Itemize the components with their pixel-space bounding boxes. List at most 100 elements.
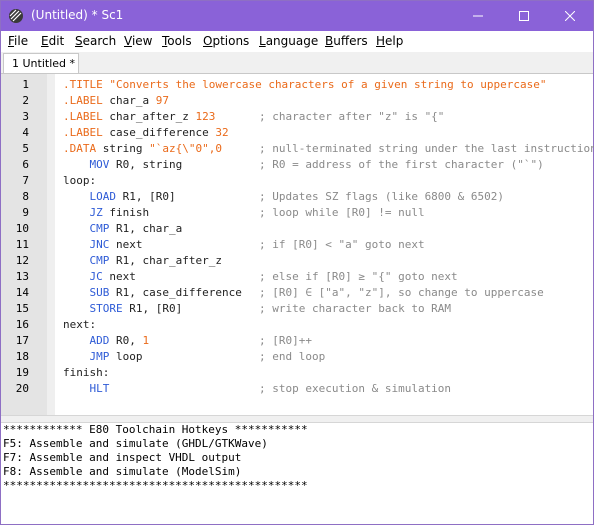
- buffer-tab-bar: 1 Untitled *: [1, 52, 593, 74]
- code-token: loop: [109, 350, 143, 363]
- menu-bar: File Edit Search View Tools Options Lang…: [1, 31, 593, 52]
- line-number: 17: [15, 334, 29, 347]
- code-comment: ; [R0] ∈ ["a", "z"], so change to upperc…: [259, 286, 544, 299]
- line-number: 11: [15, 238, 29, 251]
- code-token: next: [109, 238, 143, 251]
- code-token: "`az{\"0",0: [149, 142, 222, 155]
- close-button[interactable]: [547, 1, 593, 31]
- code-line: STORE R1, [R0]: [63, 301, 183, 317]
- tab-untitled[interactable]: 1 Untitled *: [3, 53, 79, 73]
- code-token: 1: [142, 334, 150, 347]
- code-token: ADD: [89, 334, 110, 347]
- code-line: JMP loop: [63, 349, 143, 365]
- code-token: R0,: [109, 334, 143, 347]
- code-token: .LABEL: [63, 126, 103, 139]
- line-number: 20: [15, 382, 29, 395]
- code-line: .LABEL char_a 97: [63, 93, 169, 109]
- code-token: R1, case_difference: [109, 286, 242, 299]
- code-token: R1, [R0]: [122, 302, 183, 315]
- minimize-icon: [473, 15, 483, 17]
- code-comment: ; null-terminated string under the last …: [259, 142, 594, 155]
- code-token: LOAD: [89, 190, 117, 203]
- code-token: next:: [63, 318, 97, 331]
- maximize-button[interactable]: [501, 1, 547, 31]
- code-comment: ; Updates SZ flags (like 6800 & 6502): [259, 190, 505, 203]
- code-token: string: [96, 142, 150, 155]
- menu-edit[interactable]: Edit: [41, 34, 64, 48]
- pane-splitter[interactable]: [1, 415, 593, 423]
- code-line: HLT: [63, 381, 110, 397]
- fold-margin[interactable]: [47, 74, 55, 415]
- code-token: R1, char_a: [109, 222, 183, 235]
- code-token: finish: [102, 206, 150, 219]
- menu-tools[interactable]: Tools: [162, 34, 192, 48]
- line-number: 19: [15, 366, 29, 379]
- line-number: 7: [22, 174, 29, 187]
- code-token: R1, [R0]: [116, 190, 176, 203]
- code-token: JZ: [89, 206, 103, 219]
- code-token: R0, string: [109, 158, 183, 171]
- code-line: CMP R1, char_after_z: [63, 253, 222, 269]
- code-comment: ; loop while [R0] != null: [259, 206, 425, 219]
- line-number: 4: [22, 126, 29, 139]
- code-token: .LABEL: [63, 94, 103, 107]
- output-line: ****************************************…: [3, 479, 308, 492]
- menu-options[interactable]: Options: [203, 34, 249, 48]
- close-icon: [565, 11, 575, 21]
- line-number: 10: [15, 222, 29, 235]
- code-line: SUB R1, case_difference: [63, 285, 242, 301]
- menu-buffers[interactable]: Buffers: [325, 34, 368, 48]
- code-line: MOV R0, string: [63, 157, 183, 173]
- sc1-app-icon: [9, 9, 23, 23]
- code-comment: ; stop execution & simulation: [259, 382, 452, 395]
- line-number: 3: [22, 110, 29, 123]
- app-window: (Untitled) * Sc1 File Edit Search View T…: [0, 0, 594, 525]
- code-line: .LABEL case_difference 32: [63, 125, 229, 141]
- code-token: .LABEL: [63, 110, 103, 123]
- code-token: CMP: [89, 222, 110, 235]
- code-line: ADD R0, 1: [63, 333, 150, 349]
- code-token: 97: [155, 94, 169, 107]
- code-line: LOAD R1, [R0]: [63, 189, 176, 205]
- code-line: next:: [63, 317, 96, 333]
- output-pane[interactable]: ************ E80 Toolchain Hotkeys *****…: [1, 423, 593, 524]
- menu-search[interactable]: Search: [75, 34, 116, 48]
- code-token: JMP: [89, 350, 110, 363]
- menu-file[interactable]: File: [8, 34, 28, 48]
- output-line: F5: Assemble and simulate (GHDL/GTKWave): [3, 437, 268, 450]
- code-line: .TITLE "Converts the lowercase character…: [63, 77, 546, 93]
- code-token: SUB: [89, 286, 110, 299]
- title-bar[interactable]: (Untitled) * Sc1: [1, 1, 593, 31]
- line-number: 14: [15, 286, 29, 299]
- line-number: 8: [22, 190, 29, 203]
- menu-language[interactable]: Language: [259, 34, 318, 48]
- code-token: CMP: [89, 254, 110, 267]
- code-line: JNC next: [63, 237, 143, 253]
- line-number: 15: [15, 302, 29, 315]
- window-title: (Untitled) * Sc1: [31, 8, 124, 22]
- code-token: HLT: [89, 382, 110, 395]
- code-line: finish:: [63, 365, 109, 381]
- code-token: .DATA: [63, 142, 97, 155]
- output-line: F8: Assemble and simulate (ModelSim): [3, 465, 242, 478]
- code-token: STORE: [89, 302, 123, 315]
- menu-view[interactable]: View: [124, 34, 152, 48]
- code-line: .LABEL char_after_z 123: [63, 109, 215, 125]
- code-comment: ; [R0]++: [259, 334, 312, 347]
- code-token: finish:: [63, 366, 110, 379]
- minimize-button[interactable]: [455, 1, 501, 31]
- menu-help[interactable]: Help: [376, 34, 403, 48]
- code-comment: ; R0 = address of the first character ("…: [259, 158, 544, 171]
- line-number: 9: [22, 206, 29, 219]
- line-number: 6: [22, 158, 29, 171]
- code-line: loop:: [63, 173, 96, 189]
- code-editor[interactable]: 1 .TITLE "Converts the lowercase characte…: [1, 74, 594, 415]
- code-token: case_difference: [102, 126, 216, 139]
